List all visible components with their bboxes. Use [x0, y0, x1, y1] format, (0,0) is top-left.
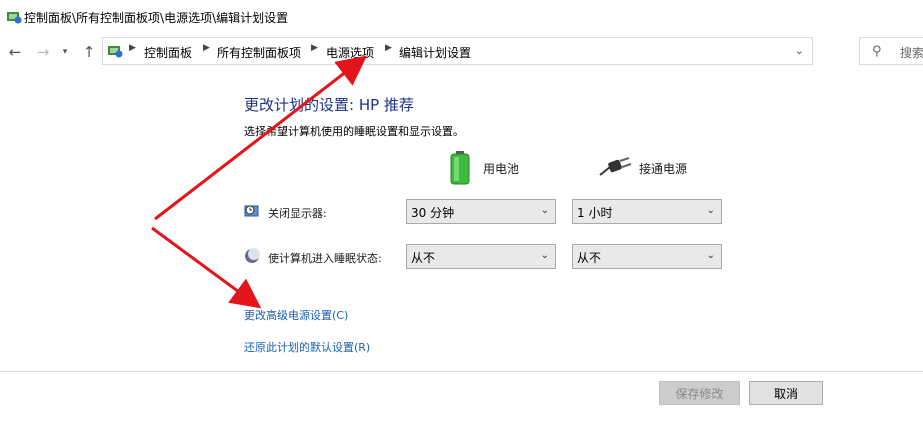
control-panel-icon	[7, 12, 22, 24]
battery-icon	[450, 151, 470, 185]
display-timer-icon	[244, 205, 259, 217]
breadcrumb-separator: ▶	[129, 43, 136, 53]
breadcrumb-control-panel[interactable]: 控制面板	[144, 44, 192, 61]
chevron-down-icon: ⌄	[540, 205, 549, 216]
annotation-arrow-up	[154, 55, 368, 221]
advanced-power-settings-link[interactable]: 更改高级电源设置(C)	[244, 307, 348, 323]
annotation-arrow-down	[151, 226, 262, 309]
chevron-down-icon: ⌄	[706, 205, 715, 216]
address-bar[interactable]: ▶ 控制面板 ▶ 所有控制面板项 ▶ 电源选项 ▶ 编辑计划设置 ⌄	[102, 37, 813, 65]
chevron-down-icon: ⌄	[706, 250, 715, 261]
display-off-plugged-select[interactable]: 1 小时 ⌄	[572, 199, 722, 224]
breadcrumb-separator: ▶	[203, 43, 210, 53]
page-title: 更改计划的设置: HP 推荐	[244, 96, 414, 114]
breadcrumb-edit-plan[interactable]: 编辑计划设置	[399, 44, 471, 61]
power-plug-icon	[599, 157, 632, 176]
sleep-battery-select[interactable]: 从不 ⌄	[406, 244, 556, 269]
sleep-moon-icon	[245, 248, 260, 263]
breadcrumb-power-options[interactable]: 电源选项	[326, 44, 374, 61]
recent-locations-button[interactable]: ▾	[58, 41, 72, 63]
address-dropdown-icon[interactable]: ⌄	[795, 44, 804, 57]
breadcrumb-separator: ▶	[311, 43, 318, 53]
save-changes-button[interactable]: 保存修改	[659, 381, 740, 405]
arrow-right-icon: →	[36, 43, 50, 61]
window-title: 控制面板\所有控制面板项\电源选项\编辑计划设置	[24, 11, 289, 25]
forward-button[interactable]: →	[32, 41, 54, 63]
chevron-down-icon: ⌄	[540, 250, 549, 261]
arrow-left-icon: ←	[8, 43, 22, 61]
search-icon: ⚲	[872, 44, 882, 59]
control-panel-icon	[108, 46, 123, 58]
breadcrumb-all-items[interactable]: 所有控制面板项	[217, 44, 301, 61]
select-value: 从不	[577, 251, 602, 265]
title-bar: 控制面板\所有控制面板项\电源选项\编辑计划设置	[0, 0, 923, 34]
display-off-battery-select[interactable]: 30 分钟 ⌄	[406, 199, 556, 224]
breadcrumb-separator: ▶	[385, 43, 392, 53]
column-header-battery: 用电池	[483, 162, 520, 176]
sleep-plugged-select[interactable]: 从不 ⌄	[572, 244, 722, 269]
search-box[interactable]: ⚲ 搜索	[859, 37, 923, 65]
cancel-button[interactable]: 取消	[749, 381, 823, 405]
row-label-display-off: 关闭显示器:	[268, 207, 327, 220]
select-value: 从不	[411, 251, 436, 265]
footer-divider	[0, 371, 923, 372]
chevron-down-icon: ▾	[62, 47, 68, 57]
select-value: 1 小时	[577, 206, 613, 220]
page-subtitle: 选择希望计算机使用的睡眠设置和显示设置。	[244, 125, 464, 138]
search-placeholder: 搜索	[900, 46, 923, 60]
restore-defaults-link[interactable]: 还原此计划的默认设置(R)	[244, 339, 370, 355]
up-button[interactable]: ↑	[78, 41, 100, 63]
back-button[interactable]: ←	[4, 41, 26, 63]
select-value: 30 分钟	[411, 206, 455, 220]
arrow-up-icon: ↑	[82, 43, 96, 61]
row-label-sleep: 使计算机进入睡眠状态:	[268, 252, 382, 265]
column-header-plugged-in: 接通电源	[639, 162, 688, 176]
